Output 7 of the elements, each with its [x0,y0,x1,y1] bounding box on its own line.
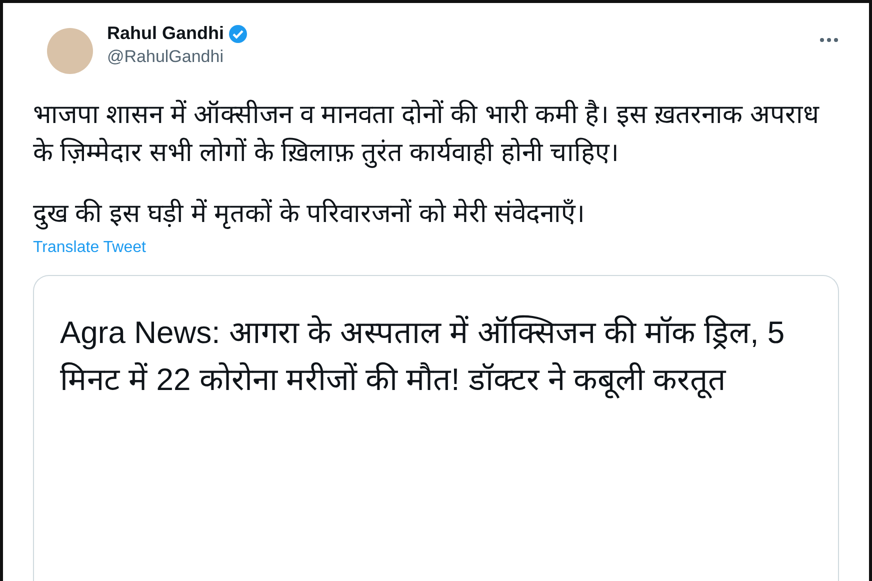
more-icon[interactable] [819,37,839,43]
card-title: Agra News: आगरा के अस्पताल में ऑक्सिजन की मॉक ड्रिल, 5 मिनट में 22 कोरोना मरीजों की मौत! डॉक्टर ने कबूली करतूत [60,314,786,400]
link-card[interactable]: Agra News: आगरा के अस्पताल में ऑक्सिजन की मॉक ड्रिल, 5 मिनट में 22 कोरोना मरीजों की मौत! डॉक्टर ने कबूली करतूत [33,275,839,581]
author-name[interactable]: Rahul Gandhi [107,23,224,44]
tweet-text: भाजपा शासन में ऑक्सीजन व मानवता दोनों की भारी कमी है। इस ख़तरनाक अपराध के ज़िम्मेदार सभी लोगों के ख़िलाफ़ तुरंत कार्यवाही होनी चाहिए। [33,98,820,170]
author-handle[interactable]: @RahulGandhi [107,47,805,67]
tweet-text: दुख की इस घड़ी में मृतकों के परिवारजनों को मेरी संवेदनाएँ। [33,197,586,232]
